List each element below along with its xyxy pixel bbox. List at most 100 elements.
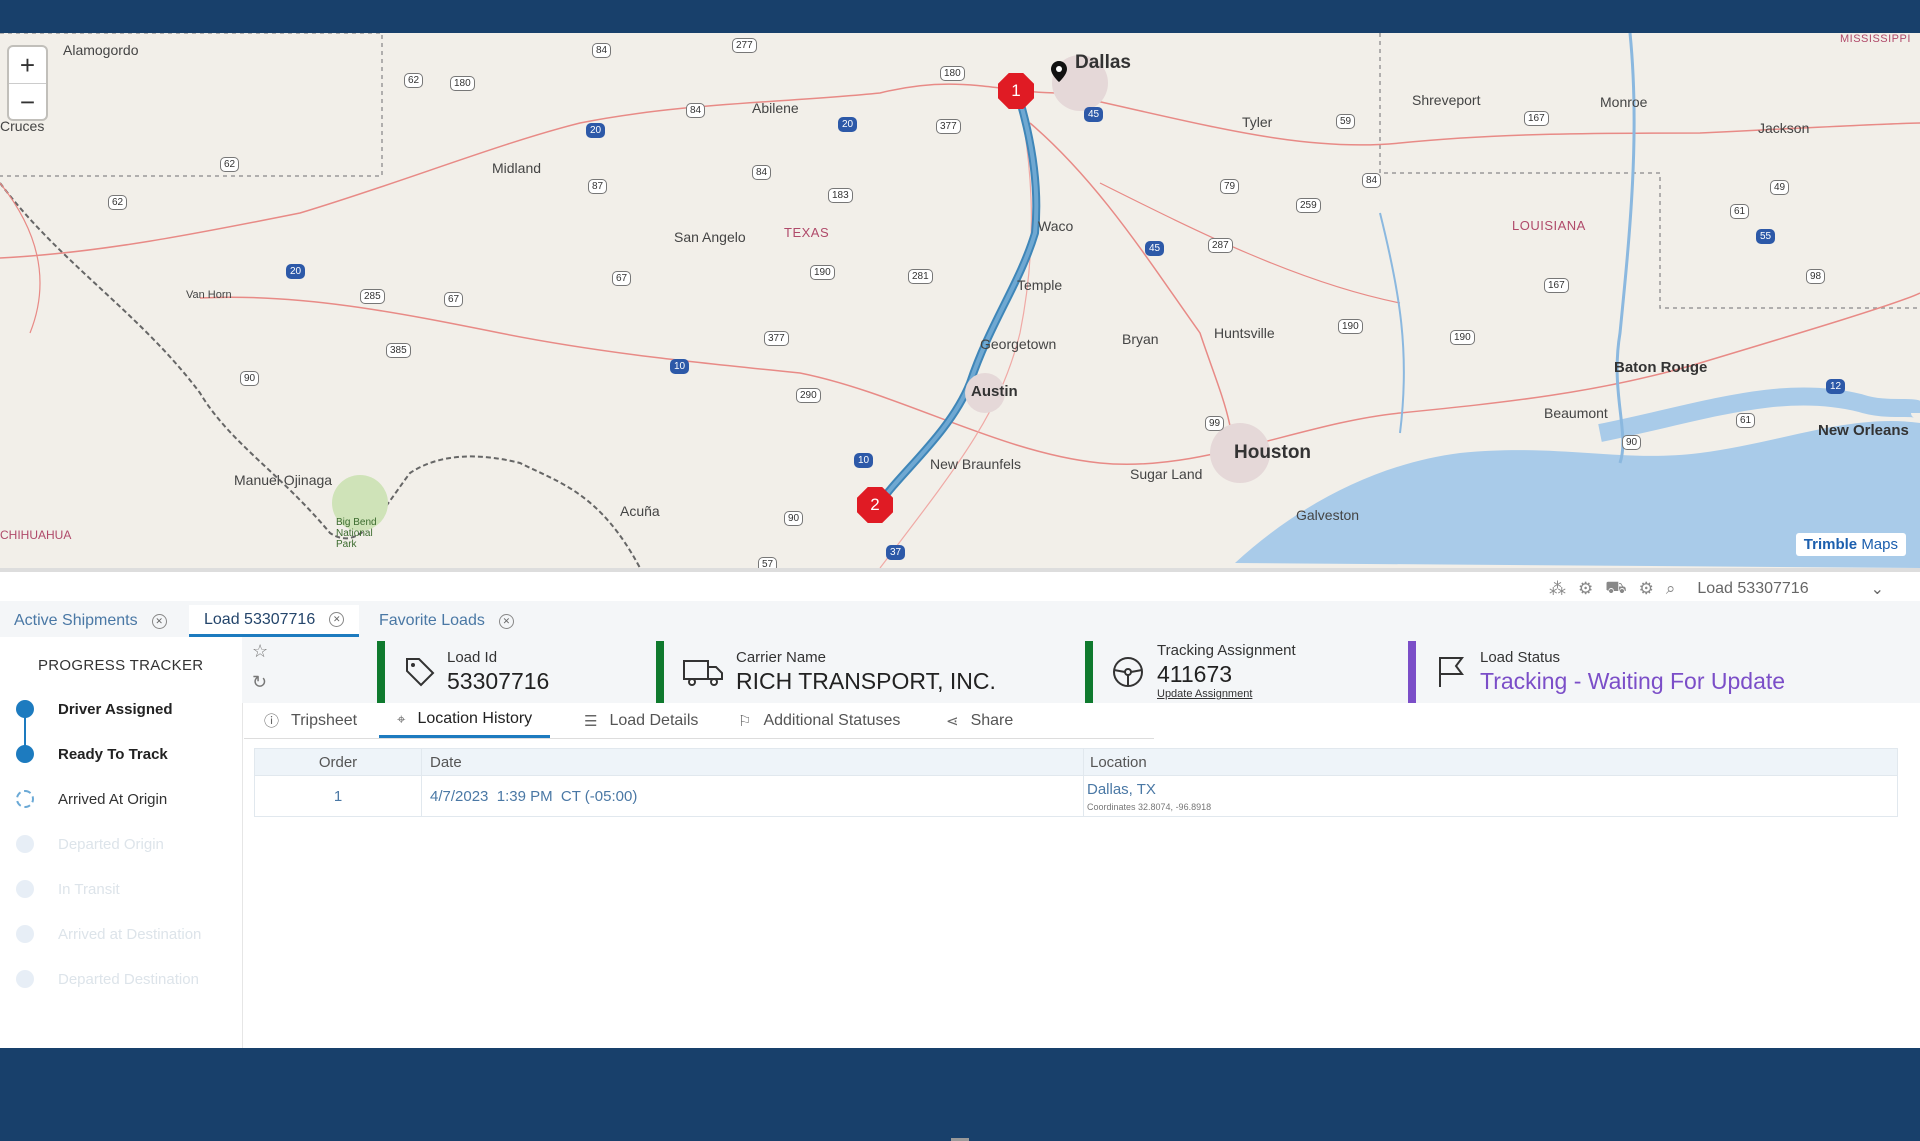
map[interactable]: + − Alamogordo Dallas Shreveport Monroe … [0, 33, 1920, 568]
highway-shield: 59 [1336, 114, 1356, 129]
map-attribution[interactable]: Trimble Maps [1795, 533, 1906, 556]
column-header-date[interactable]: Date [421, 749, 1083, 775]
map-label: Monroe [1600, 94, 1648, 110]
highway-shield: 180 [940, 66, 965, 81]
tab-active-shipments[interactable]: Active Shipments ✕ [14, 605, 167, 637]
map-label: Huntsville [1214, 325, 1275, 341]
tab-additional-statuses[interactable]: ⚐ Additional Statuses [738, 703, 900, 738]
highway-shield: 167 [1524, 111, 1549, 126]
highway-shield: 84 [686, 103, 706, 118]
step-label: Arrived At Origin [58, 790, 168, 808]
column-header-order[interactable]: Order [255, 749, 421, 775]
tab-location-history[interactable]: ⌖ Location History [379, 703, 551, 738]
map-label: Midland [492, 160, 542, 176]
tab-bar: Active Shipments ✕ Load 53307716 ✕ Favor… [0, 601, 1920, 637]
crosshair-icon: ⌖ [397, 710, 406, 728]
map-label: Van Horn [186, 289, 232, 301]
highway-shield: 190 [1450, 330, 1475, 345]
settings-icon[interactable]: ⚙ [1639, 579, 1654, 599]
step-dot [16, 835, 34, 853]
map-label: Bryan [1122, 331, 1159, 347]
highway-shield: 61 [1736, 413, 1756, 428]
map-label: Alamogordo [63, 42, 139, 58]
map-label: Houston [1234, 442, 1312, 463]
map-label: Acuña [620, 503, 660, 519]
highway-shield: 20 [286, 264, 306, 279]
map-label: New Orleans [1818, 422, 1909, 439]
step-dot [16, 970, 34, 988]
step-label: Driver Assigned [58, 700, 173, 718]
map-label: Sugar Land [1130, 466, 1203, 482]
step-dot [16, 700, 34, 718]
highway-shield: 37 [886, 545, 906, 560]
progress-step: Arrived At Origin [16, 787, 167, 811]
progress-tracker: PROGRESS TRACKER Driver Assigned Ready T… [0, 637, 243, 1048]
load-select[interactable]: Load 53307716 [1697, 580, 1808, 598]
progress-step: Departed Origin [16, 832, 164, 856]
progress-step: Ready To Track [16, 742, 168, 766]
close-icon[interactable]: ✕ [498, 613, 514, 629]
step-label: Departed Origin [58, 835, 164, 853]
zoom-out-button[interactable]: − [9, 84, 46, 120]
load-id-value: 53307716 [447, 668, 550, 694]
tab-load[interactable]: Load 53307716 ✕ [189, 605, 360, 637]
share-icon: ⋖ [946, 712, 959, 730]
tag-icon [406, 658, 435, 687]
map-label: San Angelo [674, 229, 746, 245]
refresh-icon[interactable]: ↻ [252, 672, 268, 693]
map-label: Cruces [0, 118, 45, 134]
top-bar [0, 0, 1920, 33]
card-label: Carrier Name [736, 649, 827, 666]
location-history-table: Order Date Location 1 4/7/2023 1:39 PM C… [254, 748, 1898, 817]
map-label: Austin [971, 383, 1018, 400]
tab-load-details[interactable]: ☰ Load Details [584, 703, 698, 738]
tab-label: Active Shipments [14, 612, 138, 629]
highway-shield: 45 [1145, 241, 1165, 256]
step-label: Arrived at Destination [58, 925, 202, 943]
tab-tripsheet[interactable]: ⓘ Tripsheet [264, 703, 357, 738]
stop-marker[interactable]: 1 [998, 73, 1034, 109]
map-label: CHIHUAHUA [0, 528, 72, 542]
location-pin-icon[interactable] [1050, 61, 1068, 88]
highway-shield: 62 [108, 195, 128, 210]
column-header-location[interactable]: Location [1083, 749, 1898, 775]
tracking-card: Tracking Assignment 411673 Update Assign… [1085, 641, 1403, 703]
step-label: Departed Destination [58, 970, 199, 988]
map-label: Beaumont [1544, 405, 1608, 421]
chevron-down-icon[interactable]: ⌄ [1871, 579, 1884, 599]
zoom-control: + − [9, 47, 46, 119]
info-icon: ⓘ [264, 713, 280, 730]
carrier-value: RICH TRANSPORT, INC. [736, 668, 996, 694]
map-label: Manuel Ojinaga [234, 472, 333, 488]
zoom-icon[interactable]: ⌕ [1666, 579, 1676, 599]
highway-shield: 183 [828, 188, 853, 203]
highway-shield: 377 [764, 331, 789, 346]
highway-shield: 90 [784, 511, 804, 526]
stop-marker[interactable]: 2 [857, 487, 893, 523]
tracking-value: 411673 [1157, 661, 1233, 687]
tab-share[interactable]: ⋖ Share [946, 703, 1013, 738]
highway-shield: 190 [810, 265, 835, 280]
state-label: LOUISIANA [1512, 218, 1586, 233]
zoom-in-button[interactable]: + [9, 47, 46, 84]
map-label: Temple [1017, 277, 1063, 293]
step-label: Ready To Track [58, 745, 168, 763]
close-icon[interactable]: ✕ [329, 612, 345, 627]
gear-cog-icon[interactable]: ⚙ [1578, 579, 1593, 599]
tab-favorite-loads[interactable]: Favorite Loads ✕ [379, 605, 514, 637]
cluster-icon[interactable]: ⁂ [1549, 579, 1566, 599]
highway-shield: 287 [1208, 238, 1233, 253]
table-row[interactable]: 1 4/7/2023 1:39 PM CT (-05:00) Dallas, T… [254, 776, 1898, 817]
highway-shield: 12 [1826, 379, 1846, 394]
highway-shield: 90 [240, 371, 260, 386]
star-icon[interactable]: ☆ [252, 641, 268, 662]
update-assignment-link[interactable]: Update Assignment [1157, 688, 1252, 700]
map-label: Galveston [1296, 507, 1360, 523]
highway-shield: 99 [1205, 416, 1225, 431]
bottom-bar [0, 1048, 1920, 1080]
highway-shield: 55 [1756, 229, 1776, 244]
close-icon[interactable]: ✕ [151, 613, 167, 629]
truck-icon[interactable]: ⛟ [1605, 578, 1626, 600]
highway-shield: 190 [1338, 319, 1363, 334]
truck-icon [683, 660, 723, 686]
